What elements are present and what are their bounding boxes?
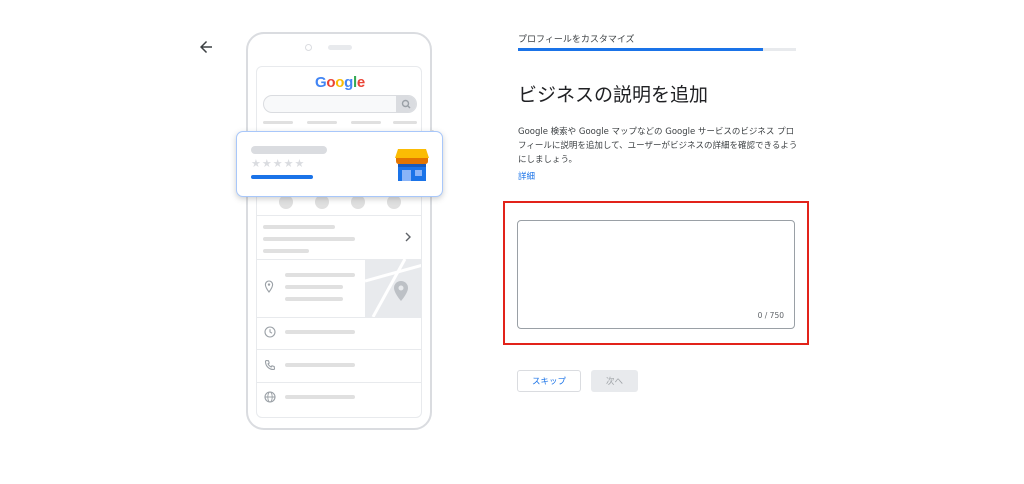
page-title: ビジネスの説明を追加 [518,84,709,106]
next-button[interactable]: 次へ [591,370,638,392]
char-count: 0 / 750 [757,311,784,320]
skip-button[interactable]: スキップ [517,370,581,392]
action-circle [315,195,329,209]
placeholder-line [285,285,343,289]
placeholder-line [285,297,343,301]
divider [257,349,421,350]
learn-more-link[interactable]: 詳細 [518,170,535,182]
rating-stars: ★★★★★ [251,157,306,170]
placeholder-line [263,121,293,124]
divider [257,215,421,216]
placeholder-line [285,395,355,399]
placeholder-line [307,121,337,124]
back-button[interactable] [197,38,215,56]
progress-fill [518,48,763,51]
business-link-placeholder [251,175,313,179]
action-circle [387,195,401,209]
description-text: Google 検索や Google マップなどの Google サービスのビジネ… [518,127,798,165]
step-label: プロフィールをカスタマイズ [518,35,635,45]
phone-speaker [328,45,352,50]
placeholder-line [285,330,355,334]
placeholder-line [393,121,417,124]
placeholder-line [263,237,355,241]
action-circle [351,195,365,209]
phone-camera [305,44,312,51]
search-bar-illustration [263,95,417,113]
progress-bar [518,48,796,51]
placeholder-line [263,225,335,229]
business-name-placeholder [251,146,327,154]
map-thumbnail [365,259,421,317]
description-textarea[interactable] [518,221,794,311]
globe-icon [264,391,276,403]
placeholder-line [263,249,309,253]
placeholder-line [285,273,355,277]
arrow-back-icon [200,41,212,53]
placeholder-line [351,121,381,124]
divider [257,382,421,383]
search-icon [396,96,416,112]
business-card-illustration: ★★★★★ [236,131,443,197]
phone-icon [264,359,276,371]
clock-icon [264,326,276,338]
google-logo: Google [315,74,365,91]
location-pin-icon [264,280,274,293]
description-textarea-container: 0 / 750 [517,220,795,329]
storefront-icon [395,149,429,181]
divider [257,317,421,318]
placeholder-line [285,363,355,367]
chevron-right-icon [405,232,411,242]
action-circle [279,195,293,209]
phone-screen: Google [256,66,422,418]
